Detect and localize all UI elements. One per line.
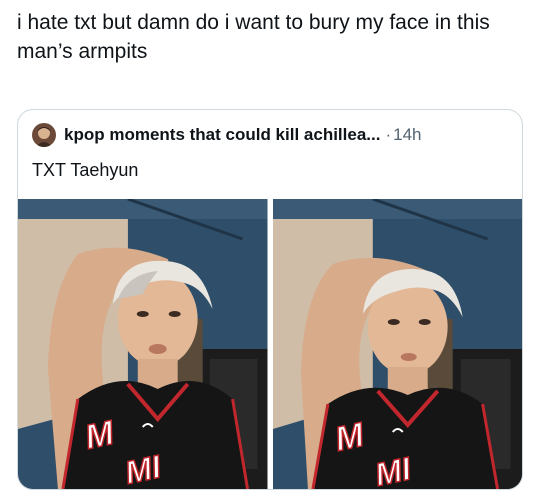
photo-left-image: M MI: [18, 199, 268, 489]
photo-left[interactable]: M MI: [18, 199, 268, 489]
quote-header: kpop moments that could kill achillea...…: [32, 123, 422, 147]
quote-body-text: TXT Taehyun: [32, 160, 139, 180]
quote-separator: ·: [385, 125, 392, 144]
photo-right[interactable]: M MI: [272, 199, 522, 489]
media-grid: M MI M MI: [18, 199, 522, 489]
photo-right-image: M MI: [272, 199, 522, 489]
avatar-icon: [32, 123, 56, 147]
quote-timestamp[interactable]: 14h: [393, 125, 421, 145]
quoted-post-card[interactable]: kpop moments that could kill achillea...…: [17, 109, 523, 490]
post-text: i hate txt but damn do i want to bury my…: [17, 11, 490, 63]
quote-author-name[interactable]: kpop moments that could kill achillea...: [64, 125, 380, 145]
avatar[interactable]: [32, 123, 56, 147]
